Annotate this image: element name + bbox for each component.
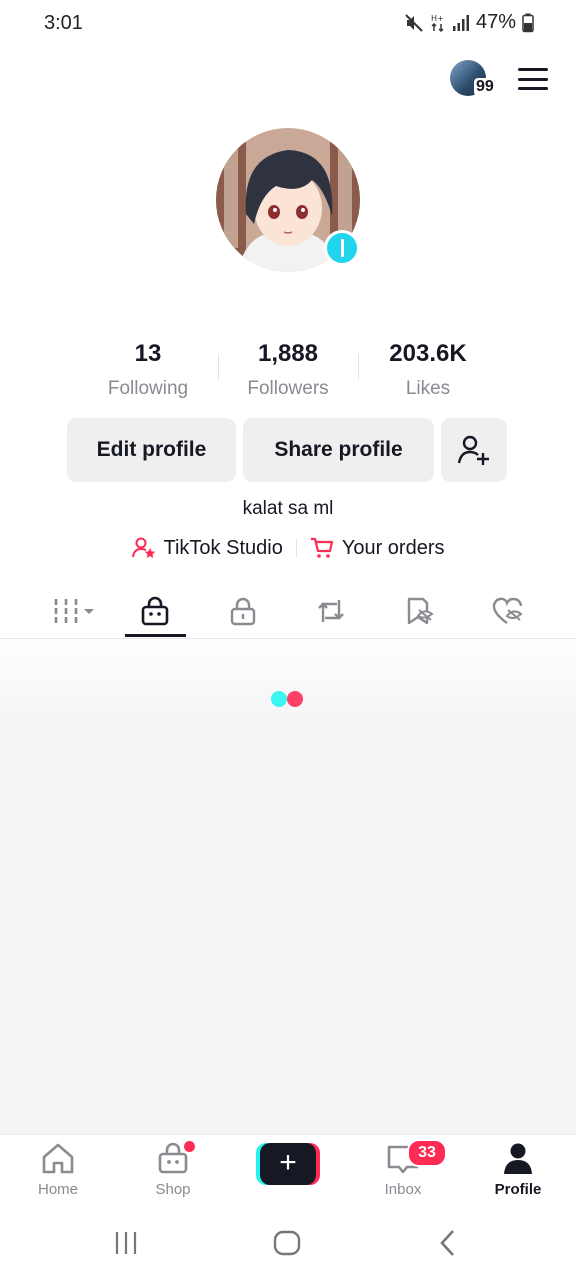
profile-avatar[interactable] bbox=[216, 128, 360, 272]
tab-shop[interactable] bbox=[125, 584, 185, 638]
stat-followers[interactable]: 1,888 Followers bbox=[218, 340, 358, 400]
shop-bag-icon bbox=[141, 596, 169, 626]
tiktok-studio-link[interactable]: TikTok Studio bbox=[131, 536, 283, 560]
videos-grid-icon bbox=[54, 599, 94, 623]
lock-icon bbox=[230, 597, 256, 626]
create-button[interactable]: + bbox=[256, 1143, 320, 1185]
tab-favorites[interactable] bbox=[390, 584, 450, 638]
repost-icon bbox=[318, 600, 344, 622]
data-icon: H+ bbox=[431, 14, 444, 32]
tab-videos[interactable] bbox=[44, 584, 104, 638]
back-icon[interactable] bbox=[438, 1228, 458, 1258]
add-avatar-button[interactable] bbox=[324, 230, 360, 266]
your-orders-label: Your orders bbox=[341, 536, 445, 559]
bottom-nav: Home Shop + Inbox 33 Profile bbox=[0, 1134, 576, 1209]
top-actions: 99 bbox=[450, 60, 548, 98]
signal-icon bbox=[452, 14, 469, 31]
stat-label: Followers bbox=[247, 378, 329, 399]
nav-home-label: Home bbox=[37, 1181, 78, 1198]
liked-hidden-icon bbox=[492, 597, 523, 624]
tab-private[interactable] bbox=[213, 584, 273, 638]
mute-icon bbox=[405, 13, 423, 32]
nav-inbox-label: Inbox bbox=[384, 1181, 422, 1198]
home-system-icon[interactable] bbox=[273, 1228, 301, 1258]
plus-icon: + bbox=[260, 1143, 316, 1185]
status-time: 3:01 bbox=[44, 12, 83, 34]
stat-label: Following bbox=[107, 378, 189, 399]
profile-buttons: Edit profile Share profile bbox=[67, 418, 507, 482]
nav-shop[interactable]: Shop bbox=[123, 1135, 223, 1209]
active-tab-indicator bbox=[125, 634, 186, 637]
stat-value: 203.6K bbox=[389, 340, 467, 367]
menu-icon[interactable] bbox=[518, 68, 548, 90]
profile-tabs bbox=[0, 584, 576, 639]
tab-liked[interactable] bbox=[478, 584, 538, 638]
status-icons: H+ 47% bbox=[404, 11, 534, 34]
stat-likes[interactable]: 203.6K Likes bbox=[358, 340, 498, 400]
edit-profile-button[interactable]: Edit profile bbox=[67, 418, 236, 482]
nav-inbox[interactable]: Inbox 33 bbox=[353, 1135, 453, 1209]
links-divider bbox=[295, 538, 297, 558]
stat-value: 1,888 bbox=[257, 340, 319, 367]
profile-links: TikTok Studio Your orders bbox=[0, 536, 576, 560]
cart-icon bbox=[310, 537, 333, 558]
system-nav-bar bbox=[0, 1208, 576, 1280]
profile-bio: kalat sa ml bbox=[242, 498, 334, 519]
content-area bbox=[0, 639, 576, 1134]
battery-percent: 47% bbox=[475, 11, 516, 33]
nav-shop-label: Shop bbox=[155, 1181, 191, 1198]
tab-reposts[interactable] bbox=[301, 584, 361, 638]
add-user-icon bbox=[457, 435, 489, 465]
recent-apps-icon[interactable] bbox=[114, 1228, 138, 1258]
loading-indicator bbox=[271, 691, 303, 707]
nav-profile[interactable]: Profile bbox=[468, 1135, 568, 1209]
stat-label: Likes bbox=[405, 378, 451, 399]
status-bar: 3:01 H+ 47% bbox=[0, 0, 576, 48]
home-icon bbox=[42, 1143, 74, 1174]
creator-studio-icon bbox=[131, 537, 155, 558]
your-orders-link[interactable]: Your orders bbox=[310, 536, 445, 560]
favorites-hidden-icon bbox=[407, 597, 434, 625]
profile-icon bbox=[504, 1143, 532, 1174]
battery-icon bbox=[522, 13, 534, 32]
loading-dot-cyan bbox=[271, 691, 287, 707]
svg-text:H+: H+ bbox=[431, 14, 444, 23]
nav-profile-label: Profile bbox=[494, 1181, 542, 1198]
profile-stats: 13 Following 1,888 Followers 203.6K Like… bbox=[78, 340, 498, 400]
share-profile-button[interactable]: Share profile bbox=[243, 418, 434, 482]
nav-home[interactable]: Home bbox=[8, 1135, 108, 1209]
story-avatar[interactable]: 99 bbox=[450, 60, 496, 98]
tiktok-studio-label: TikTok Studio bbox=[163, 536, 283, 559]
add-friend-button[interactable] bbox=[441, 418, 507, 482]
stat-value: 13 bbox=[134, 340, 162, 367]
shop-notification-dot bbox=[184, 1141, 195, 1152]
loading-dot-red bbox=[287, 691, 303, 707]
inbox-badge: 33 bbox=[407, 1139, 447, 1167]
story-count: 99 bbox=[474, 78, 496, 96]
stat-following[interactable]: 13 Following bbox=[78, 340, 218, 400]
